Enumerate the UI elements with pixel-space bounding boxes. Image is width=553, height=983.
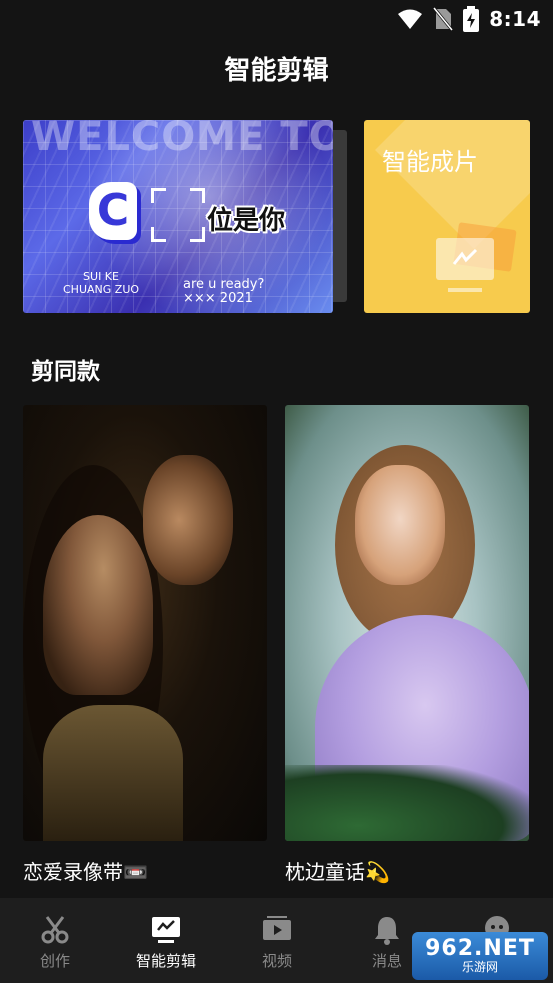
photo-face <box>355 465 445 585</box>
banner-watermark-text: WELCOME TO <box>31 120 333 160</box>
no-sim-icon <box>433 7 454 31</box>
template-card-1[interactable] <box>23 405 267 841</box>
photo-leaves <box>285 765 529 841</box>
banner-sub-left: SUI KE CHUANG ZUO <box>63 270 140 296</box>
smart-film-card[interactable]: 智能成片 <box>364 120 530 313</box>
video-icon <box>263 916 291 940</box>
template-card-2[interactable] <box>285 405 529 841</box>
scissors-icon <box>41 916 69 944</box>
watermark-big: 962.NET <box>425 936 535 961</box>
featured-banner[interactable]: WELCOME TO C 位是你 SUI KE CHUANG ZUO are u… <box>23 120 333 313</box>
bell-icon <box>375 917 399 945</box>
status-time: 8:14 <box>489 7 541 31</box>
photo-dress <box>43 705 183 841</box>
nav-item-create[interactable]: 创作 <box>15 914 95 971</box>
monitor-stand <box>448 288 482 292</box>
photo-woman <box>43 515 153 695</box>
banner-title: 位是你 <box>207 206 286 236</box>
nav-label-smart-edit: 智能剪辑 <box>135 952 196 970</box>
section-title: 剪同款 <box>31 359 100 385</box>
nav-item-smart-edit[interactable]: 智能剪辑 <box>126 914 206 971</box>
smart-film-label: 智能成片 <box>382 148 478 176</box>
wifi-icon <box>398 9 423 29</box>
nav-item-video[interactable]: 视频 <box>237 914 317 971</box>
watermark-small: 乐游网 <box>461 960 498 974</box>
nav-label-video: 视频 <box>261 952 292 970</box>
page-title: 智能剪辑 <box>224 56 329 86</box>
battery-charging-icon <box>463 6 480 32</box>
template-label-1[interactable]: 恋爱录像带📼 <box>23 856 148 885</box>
template-label-2[interactable]: 枕边童话💫 <box>285 856 390 885</box>
monitor-icon <box>436 238 494 280</box>
nav-label-create: 创作 <box>39 952 70 970</box>
status-icons: 8:14 <box>397 6 541 32</box>
site-watermark: 962.NET 乐游网 <box>412 932 548 980</box>
focus-frame-icon <box>151 188 205 242</box>
photo-man <box>143 455 233 585</box>
smart-edit-icon <box>152 917 180 943</box>
banner-sub-right: are u ready? ××× 2021 <box>183 277 265 306</box>
banner-logo: C <box>89 182 137 240</box>
status-bar: 8:14 <box>0 0 553 38</box>
banner-next-peek <box>333 130 347 302</box>
